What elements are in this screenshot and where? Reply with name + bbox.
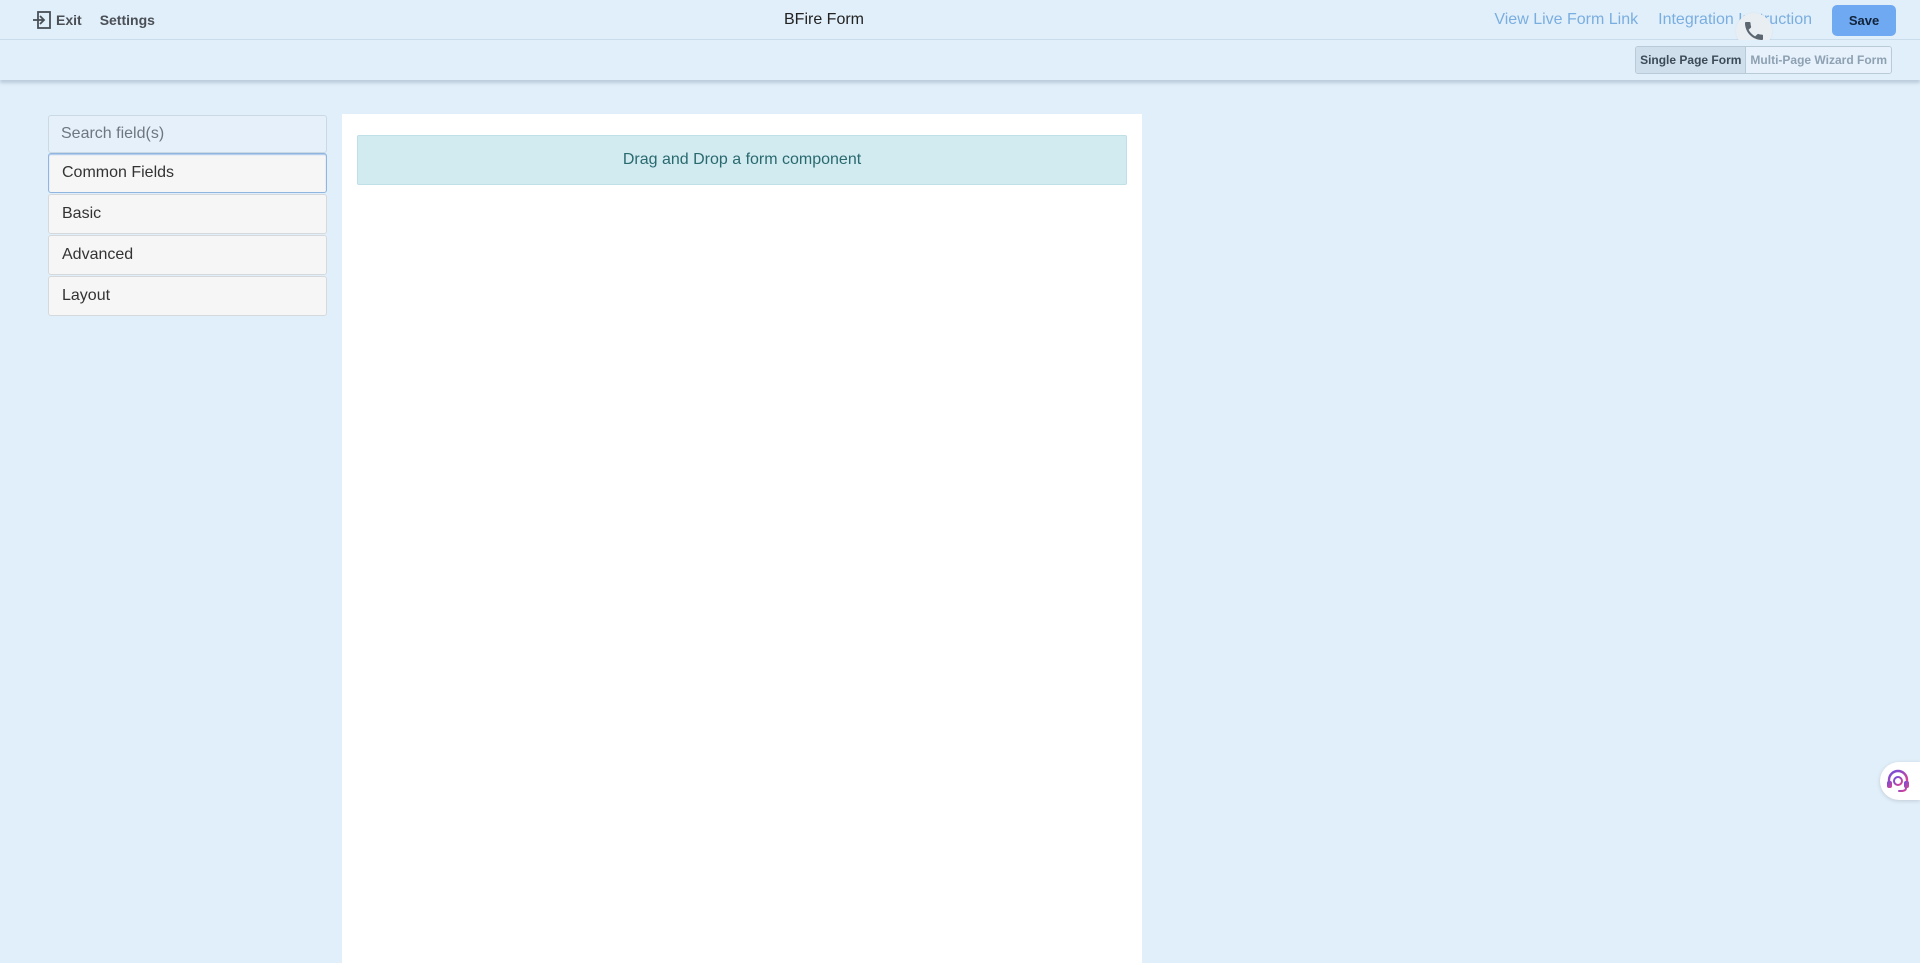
form-mode-bar: Single Page Form Multi-Page Wizard Form <box>0 40 1920 80</box>
multi-page-wizard-form-option[interactable]: Multi-Page Wizard Form <box>1746 47 1891 73</box>
group-label: Basic <box>62 205 102 222</box>
drop-zone[interactable]: Drag and Drop a form component <box>357 135 1127 185</box>
top-bar-right: View Live Form Link Integration Instruct… <box>1494 0 1896 40</box>
single-page-form-option[interactable]: Single Page Form <box>1636 47 1747 73</box>
group-advanced[interactable]: Advanced <box>48 235 327 275</box>
search-fields-input[interactable] <box>48 115 327 153</box>
form-mode-switch: Single Page Form Multi-Page Wizard Form <box>1635 46 1892 74</box>
group-layout[interactable]: Layout <box>48 276 327 316</box>
save-button[interactable]: Save <box>1832 4 1896 36</box>
group-basic[interactable]: Basic <box>48 194 327 234</box>
support-chat-button[interactable] <box>1880 762 1920 800</box>
form-builder-canvas[interactable]: Drag and Drop a form component <box>342 114 1142 963</box>
page-title: BFire Form <box>784 11 864 28</box>
component-sidebar: Common Fields Basic Advanced Layout <box>48 115 327 316</box>
drop-zone-text: Drag and Drop a form component <box>622 151 862 168</box>
top-bar: Exit Settings BFire Form View Live Form … <box>0 0 1920 40</box>
group-label: Layout <box>62 287 111 304</box>
view-live-form-link[interactable]: View Live Form Link <box>1494 11 1638 29</box>
group-label: Common Fields <box>62 164 175 181</box>
group-label: Advanced <box>62 246 134 263</box>
group-common-fields[interactable]: Common Fields <box>48 153 327 193</box>
headset-support-icon <box>1887 769 1909 792</box>
integration-instruction-link[interactable]: Integration Instruction <box>1658 11 1812 29</box>
